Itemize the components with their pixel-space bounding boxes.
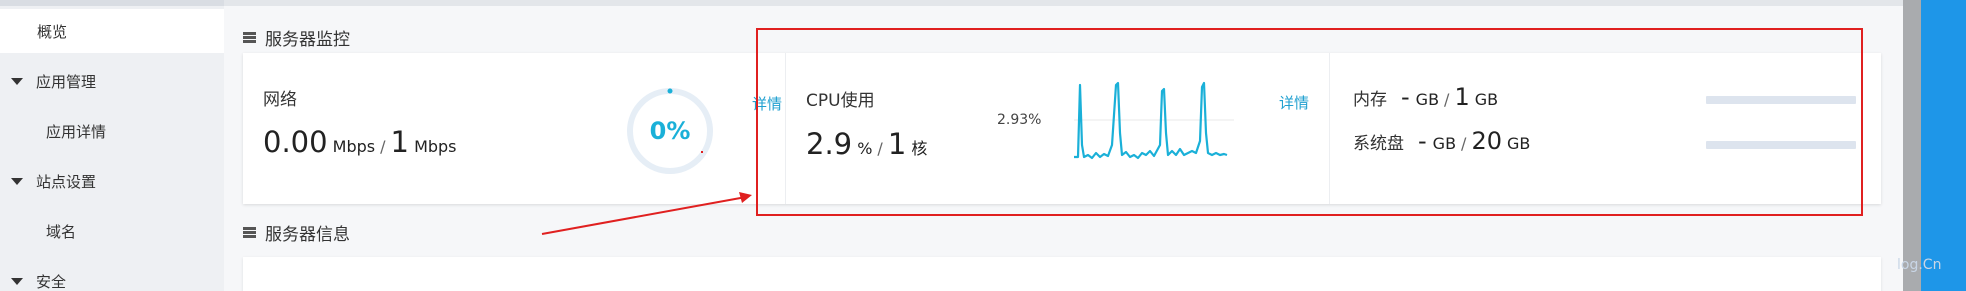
caret-down-icon [11, 277, 23, 285]
server-info-card [243, 257, 1881, 291]
watermark-text: log.Cn [1897, 257, 1942, 273]
scrollbar-track[interactable] [1903, 0, 1921, 291]
right-side-panel [1921, 0, 1966, 291]
annotation-highlight-box [756, 28, 1863, 216]
sidebar-item-label: 安全 [36, 272, 67, 291]
sidebar-item-app-details[interactable]: 应用详情 [0, 109, 224, 153]
section-title-server-info: 服务器信息 [243, 220, 350, 245]
caret-down-icon [11, 177, 23, 185]
section-title-server-monitor: 服务器监控 [243, 25, 350, 50]
section-title-text: 服务器信息 [265, 225, 350, 245]
sidebar-item-label: 域名 [46, 222, 77, 241]
sidebar: 概览 应用管理 应用详情 站点设置 域名 安全 [0, 0, 224, 291]
annotation-dot [701, 151, 703, 153]
sidebar-item-security[interactable]: 安全 [0, 259, 224, 291]
network-value: 0.00 Mbps/1 Mbps [263, 125, 457, 159]
network-label: 网络 [263, 90, 297, 110]
network-speed-unit: Mbps [332, 137, 376, 156]
network-gauge-percent: 0% [649, 117, 691, 145]
sidebar-item-site-settings[interactable]: 站点设置 [0, 159, 224, 203]
sidebar-item-label: 概览 [37, 22, 68, 41]
main-top-edge [224, 0, 1903, 6]
section-title-text: 服务器监控 [265, 30, 350, 50]
sidebar-item-label: 站点设置 [36, 172, 97, 191]
sidebar-item-label: 应用详情 [46, 122, 107, 141]
network-bandwidth-unit: Mbps [414, 137, 457, 156]
caret-down-icon [11, 77, 23, 85]
annotation-arrow-icon [541, 192, 752, 235]
network-speed: 0.00 [263, 125, 328, 159]
sidebar-top-edge [0, 0, 224, 6]
sidebar-item-app-management[interactable]: 应用管理 [0, 59, 224, 103]
server-icon [243, 227, 256, 238]
network-slash: / [380, 137, 386, 156]
network-bandwidth: 1 [390, 125, 409, 159]
sidebar-item-label: 应用管理 [36, 72, 97, 91]
sidebar-item-domain[interactable]: 域名 [0, 209, 224, 253]
server-icon [243, 32, 256, 43]
sidebar-item-overview[interactable]: 概览 [0, 9, 224, 53]
